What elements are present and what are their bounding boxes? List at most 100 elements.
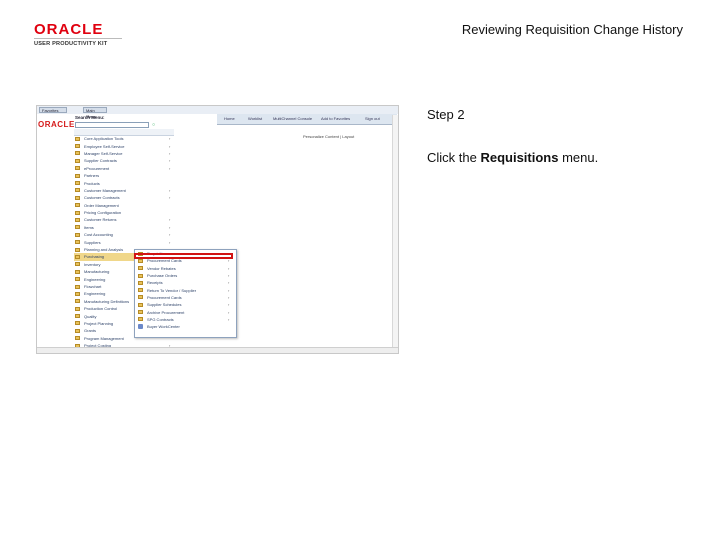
chevron-right-icon: › xyxy=(169,239,171,245)
personalize-links[interactable]: Personalize Content | Layout xyxy=(303,134,354,139)
menu-item-label: Customer Management xyxy=(84,187,126,193)
submenu-item[interactable]: Procurement Cards › xyxy=(135,294,236,301)
menu-item[interactable]: Customer Returns › xyxy=(74,216,176,223)
chevron-right-icon: › xyxy=(228,302,230,308)
folder-icon xyxy=(75,188,80,193)
chevron-right-icon: › xyxy=(169,217,171,223)
submenu-item[interactable]: Archive Procurement › xyxy=(135,308,236,315)
menu-item[interactable]: Order Management xyxy=(74,202,176,209)
tab-main-menu[interactable]: Main Menu xyxy=(83,107,107,119)
tab-favorites[interactable]: Favorites xyxy=(39,107,67,113)
menu-item-label: eProcurement xyxy=(84,165,110,171)
submenu-item[interactable]: SPG Contracts › xyxy=(135,316,236,323)
oracle-upk-logo: ORACLE USER PRODUCTIVITY KIT xyxy=(34,22,126,48)
folder-icon xyxy=(75,306,80,311)
submenu-item-label: Procurement Cards xyxy=(147,258,182,264)
folder-icon xyxy=(138,310,143,315)
chevron-right-icon: › xyxy=(169,150,171,156)
folder-icon xyxy=(138,280,143,285)
submenu-item[interactable]: Purchase Orders › xyxy=(135,272,236,279)
folder-icon xyxy=(75,166,80,171)
folder-icon xyxy=(75,254,80,259)
folder-icon xyxy=(75,299,80,304)
add-to-favorites-link[interactable]: Add to Favorites xyxy=(321,116,350,121)
menu-item[interactable]: Cost Accounting › xyxy=(74,231,176,238)
page-icon xyxy=(138,324,143,330)
folder-icon xyxy=(75,144,80,149)
submenu-item-label: Buyer WorkCenter xyxy=(147,324,180,330)
folder-icon xyxy=(75,247,80,252)
folder-icon xyxy=(75,151,80,156)
submenu-item[interactable]: Return To Vendor / Supplier › xyxy=(135,286,236,293)
multichannel-console-link[interactable]: MultiChannel Console xyxy=(273,116,312,121)
purchasing-submenu: Requisitions › Procurement Cards › Vendor Re… xyxy=(134,249,237,338)
menu-item[interactable]: Items › xyxy=(74,224,176,231)
chevron-right-icon: › xyxy=(228,265,230,271)
menu-item-label: Cost Accounting xyxy=(84,232,113,238)
menu-item[interactable]: Employee Self-Service › xyxy=(74,142,176,149)
chevron-right-icon: › xyxy=(228,294,230,300)
submenu-item-label: SPG Contracts xyxy=(147,316,174,322)
folder-icon xyxy=(75,195,80,200)
chevron-right-icon: › xyxy=(169,187,171,193)
menu-item-label: Items xyxy=(84,224,94,230)
chevron-right-icon: › xyxy=(228,280,230,286)
folder-icon xyxy=(138,317,143,322)
menu-item-label: Supplier Contracts xyxy=(84,158,117,164)
menu-item[interactable]: Manager Self-Service › xyxy=(74,150,176,157)
search-menu-input[interactable] xyxy=(75,122,149,128)
folder-icon xyxy=(75,181,80,186)
submenu-item-label: Procurement Cards xyxy=(147,294,182,300)
menu-item[interactable]: Customer Management › xyxy=(74,187,176,194)
menu-item[interactable]: Suppliers › xyxy=(74,238,176,245)
folder-icon xyxy=(75,262,80,267)
menu-item-label: Employee Self-Service xyxy=(84,143,125,149)
chevron-right-icon: › xyxy=(228,309,230,315)
submenu-item-label: Purchase Orders xyxy=(147,273,178,279)
chevron-right-icon: › xyxy=(169,136,171,142)
vertical-scrollbar[interactable] xyxy=(392,115,398,347)
menu-item[interactable]: Pricing Configuration xyxy=(74,209,176,216)
chevron-right-icon: › xyxy=(169,143,171,149)
submenu-item[interactable]: Receipts › xyxy=(135,279,236,286)
submenu-item[interactable]: Buyer WorkCenter xyxy=(135,323,236,330)
folder-icon xyxy=(75,269,80,274)
sign-out-link[interactable]: Sign out xyxy=(365,116,380,121)
menu-item-label: Pricing Configuration xyxy=(84,210,122,216)
step-instruction: Click the Requisitions menu. xyxy=(427,150,598,165)
folder-icon xyxy=(75,225,80,230)
submenu-item-label: Archive Procurement xyxy=(147,309,185,315)
folder-icon xyxy=(138,273,143,278)
application-screenshot: Favorites Main Menu ORACLE Home Worklist… xyxy=(36,105,399,354)
folder-icon xyxy=(138,288,143,293)
folder-icon xyxy=(75,210,80,215)
submenu-item-label: Vendor Rebates xyxy=(147,265,176,271)
menu-item-label: Customer Returns xyxy=(84,217,117,223)
menu-item[interactable]: Partners xyxy=(74,172,176,179)
chevron-right-icon: › xyxy=(228,316,230,322)
horizontal-scrollbar[interactable] xyxy=(37,347,398,353)
menu-item[interactable]: Core Application Tools › xyxy=(74,135,176,142)
menu-item[interactable]: eProcurement › xyxy=(74,165,176,172)
folder-icon xyxy=(75,321,80,326)
menu-item-label: Order Management xyxy=(84,202,119,208)
submenu-item-label: Supplier Schedules xyxy=(147,302,182,308)
submenu-item-label: Receipts xyxy=(147,280,163,286)
menu-item-label: Core Application Tools xyxy=(84,136,124,142)
worklist-link[interactable]: Worklist xyxy=(248,116,262,121)
top-link-bar: Home Worklist MultiChannel Console Add t… xyxy=(217,114,397,125)
instruction-target: Requisitions xyxy=(480,150,559,165)
folder-icon xyxy=(75,336,80,341)
logo-brand: ORACLE xyxy=(34,21,104,38)
menu-item-label: Customer Contracts xyxy=(84,195,120,201)
menu-item[interactable]: Products xyxy=(74,179,176,186)
submenu-item[interactable]: Vendor Rebates › xyxy=(135,265,236,272)
submenu-item[interactable]: Supplier Schedules › xyxy=(135,301,236,308)
search-go-icon[interactable]: ○ xyxy=(150,122,157,128)
submenu-item-label: Return To Vendor / Supplier xyxy=(147,287,197,293)
chevron-right-icon: › xyxy=(169,232,171,238)
menu-item[interactable]: Supplier Contracts › xyxy=(74,157,176,164)
home-link[interactable]: Home xyxy=(224,116,235,121)
instruction-suffix: menu. xyxy=(558,150,599,165)
menu-item[interactable]: Customer Contracts › xyxy=(74,194,176,201)
